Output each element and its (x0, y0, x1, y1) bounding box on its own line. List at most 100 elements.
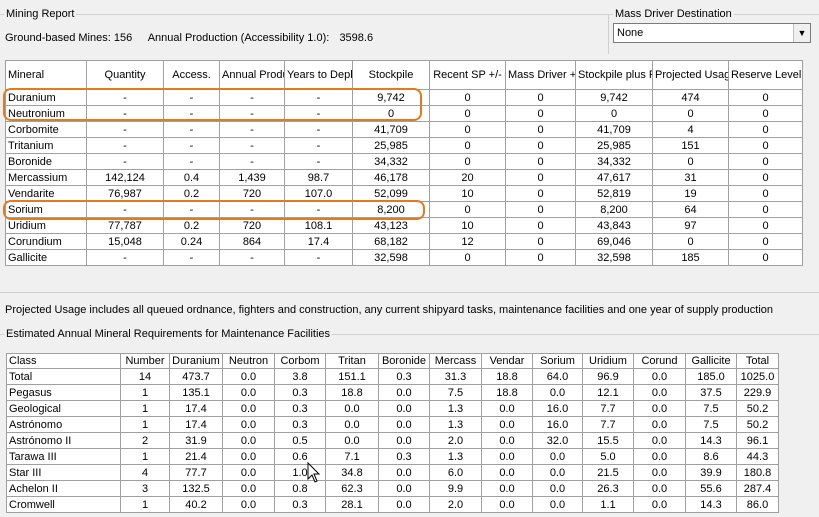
table-cell: 21.5 (582, 464, 634, 481)
table-cell: Corbomite (5, 121, 87, 138)
maintenance-row[interactable]: Astrónomo II 2 31.9 0.0 0.5 0.0 0.0 2.0 0.0 32.0 1… (6, 432, 779, 449)
column-header[interactable]: Duranium (169, 353, 223, 369)
column-header[interactable]: Years to Depletion (284, 60, 353, 90)
table-cell: 16.0 (532, 416, 583, 433)
table-cell: 0 (505, 201, 576, 218)
mass-driver-select[interactable]: None ▼ (613, 23, 811, 43)
table-cell: 2.0 (429, 496, 482, 513)
maintenance-row[interactable]: Total 14 473.7 0.0 3.8 151.1 0.3 31.3 18.8 64.0 96… (6, 368, 779, 385)
mineral-row[interactable]: Tritanium - - - -25,985 0 0 25,985 151 0 (5, 137, 803, 154)
projected-usage-note: Projected Usage includes all queued ordn… (5, 304, 774, 316)
maintenance-row[interactable]: Pegasus 1 135.1 0.0 0.3 18.8 0.0 7.5 18.8 0.0 12.1… (6, 384, 779, 401)
table-cell: 52,819 (575, 185, 653, 202)
table-cell: 0 (728, 153, 803, 170)
column-header[interactable]: Mass Driver +/- (505, 60, 576, 90)
table-cell: - (219, 249, 285, 266)
mass-driver-selected: None (617, 27, 644, 39)
column-header[interactable]: Annual Production (219, 60, 285, 90)
table-cell: 0 (429, 153, 506, 170)
table-cell: 0.0 (481, 448, 533, 465)
table-cell: 1025.0 (736, 368, 779, 385)
column-header[interactable]: Recent SP +/- (429, 60, 506, 90)
table-cell: 37.5 (685, 384, 737, 401)
mineral-row[interactable]: Gallicite - - - -32,598 0 0 32,598 185 0 (5, 249, 803, 266)
table-cell: 96.9 (582, 368, 634, 385)
table-cell: 18.8 (481, 368, 533, 385)
table-cell: 0 (728, 233, 803, 250)
maintenance-table-header: Class Number Duranium Neutron Corbom Tritan Bo… (6, 353, 779, 369)
maintenance-row[interactable]: Cromwell 1 40.2 0.0 0.3 28.1 0.0 2.0 0.0 0.0 1.1 0.… (6, 496, 779, 513)
table-cell: 15.5 (582, 432, 634, 449)
chevron-down-icon[interactable]: ▼ (793, 24, 810, 42)
table-cell: 0.0 (325, 400, 379, 417)
table-cell: 3 (120, 480, 170, 497)
maintenance-row[interactable]: Achelon II 3 132.5 0.0 0.8 62.3 0.0 9.9 0.0 0.0 26… (6, 480, 779, 497)
table-cell: 26.3 (582, 480, 634, 497)
mineral-row[interactable]: Boronide - - - -34,332 0 0 34,332 0 0 (5, 153, 803, 170)
table-cell: Geological (6, 400, 121, 417)
table-cell: 0 (728, 249, 803, 266)
table-cell: 31.3 (429, 368, 482, 385)
table-cell: 1 (120, 496, 170, 513)
table-cell: - (163, 121, 220, 138)
mining-summary: Ground-based Mines: 156 Annual Productio… (5, 32, 373, 44)
table-cell: 7.5 (429, 384, 482, 401)
table-cell: 6.0 (429, 464, 482, 481)
mineral-row[interactable]: Corundium 15,048 0.24 864 17.4 68,182 12 0 69,04… (5, 233, 803, 250)
column-header[interactable]: Class (6, 353, 121, 369)
column-header[interactable]: Boronide (378, 353, 430, 369)
column-header[interactable]: Mineral (5, 60, 87, 90)
table-cell: 132.5 (169, 480, 223, 497)
mineral-row[interactable]: Mercassium 142,124 0.4 1,439 98.7 46,178 20 0 47… (5, 169, 803, 186)
column-header[interactable]: Total (736, 353, 779, 369)
column-header[interactable]: Projected Usage (652, 60, 729, 90)
table-cell: 0.0 (633, 432, 686, 449)
table-cell: Achelon II (6, 480, 121, 497)
table-cell: 0.5 (274, 432, 326, 449)
table-cell: 8.6 (685, 448, 737, 465)
table-cell: 12 (429, 233, 506, 250)
table-cell: 0.0 (378, 416, 430, 433)
table-cell: 17.4 (169, 416, 223, 433)
column-header[interactable]: Uridium (582, 353, 634, 369)
table-cell: 1.3 (429, 416, 482, 433)
table-cell: - (86, 153, 164, 170)
table-cell: 0.0 (532, 448, 583, 465)
annual-production-value: 3598.6 (339, 32, 374, 44)
table-cell: 287.4 (736, 480, 779, 497)
table-cell: 19 (652, 185, 729, 202)
column-header[interactable]: Corund (633, 353, 686, 369)
maintenance-row[interactable]: Tarawa III 1 21.4 0.0 0.6 7.1 0.3 1.3 0.0 0.0 5.0 0… (6, 448, 779, 465)
table-cell: 0.0 (532, 480, 583, 497)
table-cell: 0 (505, 169, 576, 186)
table-cell: 7.5 (685, 400, 737, 417)
column-header[interactable]: Tritan (325, 353, 379, 369)
table-cell: 47,617 (575, 169, 653, 186)
table-cell: 135.1 (169, 384, 223, 401)
table-cell: 0 (652, 153, 729, 170)
table-cell: 98.7 (284, 169, 353, 186)
table-cell: Cromwell (6, 496, 121, 513)
column-header[interactable]: Quantity (86, 60, 164, 90)
mineral-row[interactable]: Corbomite - - - -41,709 0 0 41,709 4 0 (5, 121, 803, 138)
column-header[interactable]: Stockpile (352, 60, 430, 90)
table-cell: - (284, 249, 353, 266)
column-header[interactable]: Sorium (532, 353, 583, 369)
table-cell: 0.0 (325, 432, 379, 449)
column-header[interactable]: Reserve Level (728, 60, 803, 90)
column-header[interactable]: Gallicite (685, 353, 737, 369)
table-cell: 0.0 (481, 432, 533, 449)
column-header[interactable]: Corbom (274, 353, 326, 369)
mineral-table-header: MineralQuantityAccess.Annual ProductionY… (5, 60, 803, 90)
maintenance-row[interactable]: Astrónomo 1 17.4 0.0 0.3 0.0 0.0 1.3 0.0 16.0 7.7 0… (6, 416, 779, 433)
column-header[interactable]: Vendar (481, 353, 533, 369)
column-header[interactable]: Mercass (429, 353, 482, 369)
table-cell: 0 (728, 185, 803, 202)
column-header[interactable]: Stockpile plus Production (575, 60, 653, 90)
column-header[interactable]: Number (120, 353, 170, 369)
column-header[interactable]: Access. (163, 60, 220, 90)
column-header[interactable]: Neutron (222, 353, 275, 369)
maintenance-row[interactable]: Star III 4 77.7 0.0 1.0 34.8 0.0 6.0 0.0 0.0 21.5 0… (6, 464, 779, 481)
maintenance-row[interactable]: Geological 1 17.4 0.0 0.3 0.0 0.0 1.3 0.0 16.0 7.7… (6, 400, 779, 417)
table-cell: 18.8 (325, 384, 379, 401)
